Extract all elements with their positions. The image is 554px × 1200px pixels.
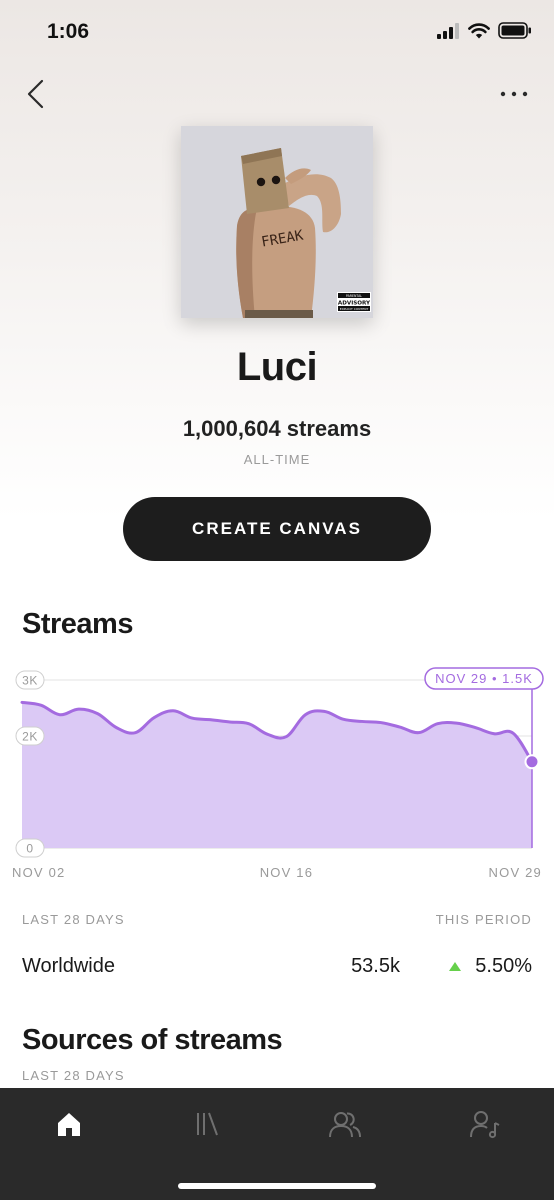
signal-icon bbox=[437, 22, 459, 39]
back-button[interactable] bbox=[18, 76, 54, 112]
song-title: Luci bbox=[236, 345, 318, 389]
sources-section-title: Sources of streams bbox=[22, 1024, 283, 1056]
trend-up-icon bbox=[449, 962, 462, 971]
more-horizontal-icon bbox=[500, 91, 528, 97]
summary-left-caption: LAST 28 DAYS bbox=[22, 912, 125, 927]
home-icon bbox=[58, 1113, 80, 1136]
chevron-left-icon bbox=[27, 79, 44, 109]
x-tick-label: NOV 29 bbox=[489, 865, 542, 880]
library-icon bbox=[197, 1112, 218, 1136]
y-tick-label: 3K bbox=[15, 670, 45, 690]
battery-icon bbox=[498, 22, 531, 39]
advisory-line-2: ADVISORY bbox=[338, 301, 371, 307]
artist-icon bbox=[470, 1111, 500, 1139]
wifi-icon bbox=[468, 22, 490, 38]
tooltip-text: NOV 29 • 1.5K bbox=[435, 671, 533, 686]
streams-section-title: Streams bbox=[22, 608, 133, 640]
more-options-button[interactable] bbox=[496, 80, 532, 108]
region-change-value: 5.50% bbox=[475, 955, 532, 977]
status-bar: 1:06 bbox=[0, 0, 554, 66]
region-change: 5.50% bbox=[449, 955, 532, 978]
tab-audience[interactable] bbox=[325, 1106, 365, 1142]
tab-profile[interactable] bbox=[465, 1106, 505, 1142]
tab-library[interactable] bbox=[187, 1106, 227, 1142]
region-label: Worldwide bbox=[22, 955, 115, 977]
y-tick-text: 0 bbox=[26, 842, 33, 856]
y-tick-text: 3K bbox=[22, 674, 38, 688]
y-tick-label: 0 bbox=[15, 838, 45, 858]
create-canvas-button[interactable]: CREATE CANVAS bbox=[123, 497, 431, 561]
status-icons bbox=[436, 22, 532, 39]
x-tick-label: NOV 16 bbox=[260, 865, 313, 880]
all-time-streams: 1,000,604 streams bbox=[182, 416, 372, 441]
tab-home[interactable] bbox=[49, 1106, 89, 1142]
y-tick-label: 2K bbox=[15, 726, 45, 746]
advisory-line-3: EXPLICIT CONTENT bbox=[340, 307, 369, 311]
selected-point bbox=[524, 754, 540, 770]
sources-caption: LAST 28 DAYS bbox=[22, 1068, 125, 1083]
region-streams: 53.5k bbox=[351, 955, 400, 977]
y-tick-text: 2K bbox=[22, 730, 38, 744]
home-indicator bbox=[178, 1183, 376, 1189]
chart-tooltip: NOV 29 • 1.5K bbox=[424, 667, 544, 690]
status-time: 1:06 bbox=[47, 20, 90, 43]
x-tick-label: NOV 02 bbox=[12, 865, 65, 880]
people-icon bbox=[329, 1112, 361, 1138]
advisory-line-1: PARENTAL bbox=[346, 294, 362, 298]
streams-chart[interactable]: 3K 2K 0 NOV 02 NOV 16 NOV 29 NOV 29 • 1.5K bbox=[0, 660, 554, 890]
summary-right-caption: THIS PERIOD bbox=[435, 912, 532, 927]
album-artwork-image: FREAK PARENTAL ADVISORY EXPLICIT CONTENT bbox=[181, 126, 373, 318]
album-cover: FREAK PARENTAL ADVISORY EXPLICIT CONTENT bbox=[181, 126, 373, 318]
all-time-caption: ALL-TIME bbox=[243, 452, 311, 467]
